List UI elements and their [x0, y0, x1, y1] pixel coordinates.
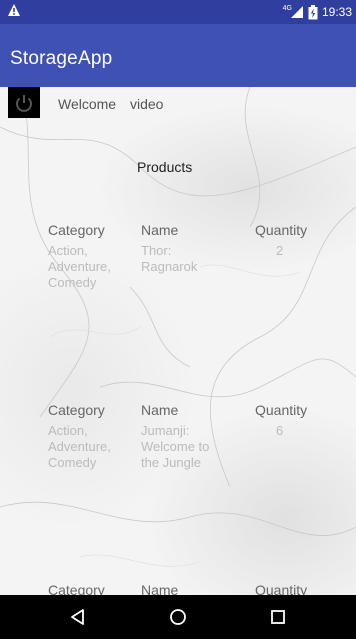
signal-icon	[290, 6, 303, 18]
category-header: Category	[48, 222, 105, 238]
recents-button[interactable]	[268, 607, 288, 627]
app-bar: StorageApp	[0, 24, 356, 87]
home-icon	[170, 609, 186, 625]
welcome-username: video	[130, 96, 164, 112]
name-header: Name	[141, 402, 179, 418]
name-header: Name	[141, 222, 179, 238]
products-title: Products	[137, 159, 193, 175]
power-icon	[16, 94, 32, 112]
navigation-bar	[0, 595, 356, 639]
home-button[interactable]	[168, 607, 188, 627]
category-header: Category	[48, 402, 105, 418]
alert-triangle-icon	[8, 4, 20, 16]
status-bar: 4G 19:33	[0, 0, 356, 24]
quantity-value: 6	[276, 423, 284, 438]
name-value: Thor: Ragnarok	[141, 243, 198, 274]
recents-icon	[271, 610, 285, 624]
quantity-header: Quantity	[255, 222, 308, 238]
logout-button[interactable]	[8, 87, 40, 118]
status-time: 19:33	[321, 5, 352, 19]
back-button[interactable]	[68, 607, 88, 627]
status-right: 4G 19:33	[283, 0, 352, 24]
quantity-header: Quantity	[255, 582, 308, 595]
content-area[interactable]: Welcome video Products Category Name Qua…	[0, 87, 356, 595]
battery-charging-icon	[308, 4, 318, 19]
name-value: Jumanji: Welcome to the Jungle	[141, 423, 210, 470]
app-title: StorageApp	[10, 48, 113, 69]
back-icon	[71, 609, 84, 625]
quantity-value: 2	[276, 243, 284, 258]
category-header: Category	[48, 582, 105, 595]
welcome-label: Welcome	[58, 96, 117, 112]
category-value: Action, Adventure, Comedy	[48, 243, 111, 290]
category-value: Action, Adventure, Comedy	[48, 423, 111, 470]
name-header: Name	[141, 582, 179, 595]
quantity-header: Quantity	[255, 402, 308, 418]
